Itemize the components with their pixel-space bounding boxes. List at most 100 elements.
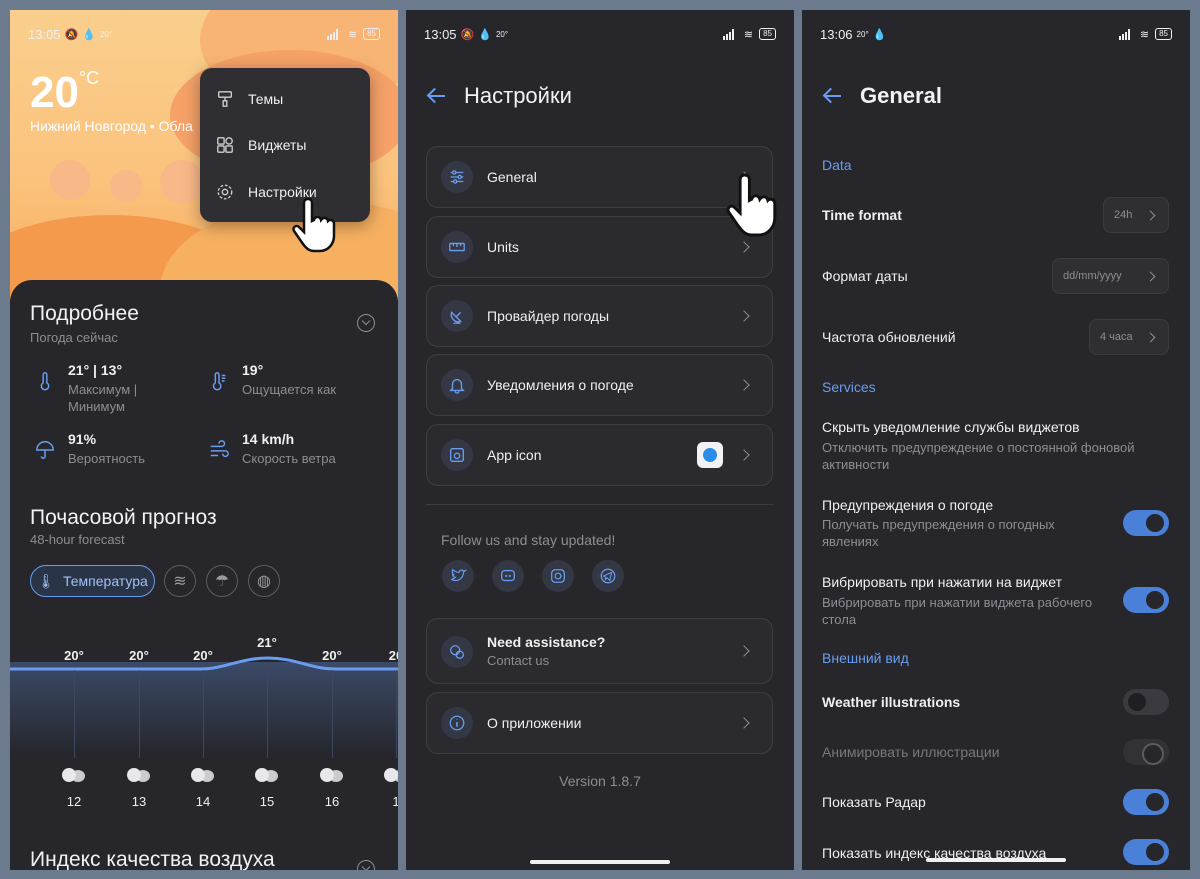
tab-temperature[interactable]: 🌡 Температура <box>30 565 155 597</box>
time-format-value: 24h <box>1114 209 1133 221</box>
mute-icon: 🔕 <box>460 28 475 41</box>
hourly-hour-label: 12 <box>66 794 82 809</box>
overflow-menu: Темы Виджеты Настройки <box>200 68 370 222</box>
cloud-icon <box>384 766 398 782</box>
vibrate-toggle[interactable] <box>1123 587 1169 613</box>
tab-temperature-label: Температура <box>63 573 148 589</box>
date-format-value: dd/mm/yyyy <box>1063 270 1122 282</box>
detail-value: 14 km/h <box>242 431 295 447</box>
menu-item-widgets[interactable]: Виджеты <box>216 130 307 160</box>
twitter-icon[interactable] <box>442 560 474 592</box>
settings-item-provider[interactable]: Провайдер погоды <box>426 285 773 347</box>
hourly-hour-label: 1 <box>392 794 398 809</box>
instagram-icon[interactable] <box>542 560 574 592</box>
drop-icon: 💧 <box>872 28 887 41</box>
status-time: 13:05 <box>424 26 457 42</box>
hourly-grid-line <box>139 670 140 758</box>
hourly-temp-label: 20° <box>322 648 342 663</box>
settings-item-label: Уведомления о погоде <box>487 377 634 393</box>
gesture-bar <box>926 858 1066 862</box>
chevron-right-icon <box>738 717 750 729</box>
support-icon <box>441 636 473 668</box>
umbrella-icon <box>36 441 54 459</box>
vibrate-label: Вибрировать при нажатии на виджет <box>822 574 1063 590</box>
battery-icon: 85 <box>759 28 776 40</box>
hourly-temp-label: 20° <box>64 648 84 663</box>
animate-illustrations-toggle[interactable] <box>1123 739 1169 765</box>
hourly-temp-label: 20 <box>388 648 398 663</box>
detail-label: Скорость ветра <box>242 451 336 466</box>
hourly-temp-label: 20° <box>129 648 149 663</box>
location-label[interactable]: Нижний Новгород • Обла <box>30 118 193 134</box>
chevron-right-icon <box>1145 271 1156 282</box>
settings-item-general[interactable]: General <box>426 146 773 208</box>
settings-item-assistance[interactable]: Need assistance? Contact us <box>426 618 773 684</box>
status-temp: 20° <box>99 29 113 39</box>
settings-item-units[interactable]: Units <box>426 216 773 278</box>
status-bar: 13:05 🔕 💧 20° ≋ 85 <box>424 24 776 44</box>
update-frequency-label: Частота обновлений <box>822 329 956 345</box>
signal-icon <box>722 28 734 40</box>
page-title: General <box>860 83 942 108</box>
section-data: Data <box>822 157 852 173</box>
section-appearance: Внешний вид <box>822 650 909 666</box>
tab-precipitation[interactable]: ☂ <box>206 565 238 597</box>
expand-details-button[interactable] <box>357 314 375 332</box>
chevron-right-icon <box>738 379 750 391</box>
hourly-subtitle: 48-hour forecast <box>30 532 125 547</box>
weather-warnings-toggle[interactable] <box>1123 510 1169 536</box>
back-arrow-icon[interactable] <box>426 86 446 106</box>
hourly-temp-label: 20° <box>193 648 213 663</box>
date-format-select[interactable]: dd/mm/yyyy <box>1052 258 1169 294</box>
menu-item-themes[interactable]: Темы <box>216 84 283 114</box>
settings-item-about[interactable]: О приложении <box>426 692 773 754</box>
drop-icon: 💧 <box>82 28 96 41</box>
menu-label-themes: Темы <box>248 91 284 107</box>
wind-icon <box>210 440 229 458</box>
chevron-right-icon <box>1145 210 1156 221</box>
widgets-icon <box>217 137 233 153</box>
signal-icon <box>326 28 338 40</box>
tab-wind[interactable]: ≋ <box>164 565 196 597</box>
weather-warnings-sub: Получать предупреждения о погодных явлен… <box>822 517 1055 549</box>
hourly-grid-line <box>332 670 333 758</box>
weather-warnings-label: Предупреждения о погоде <box>822 497 994 513</box>
status-temp: 20° <box>856 29 869 39</box>
hourly-grid-line <box>396 670 397 758</box>
update-frequency-select[interactable]: 4 часа <box>1089 319 1169 355</box>
status-bar: 13:06 20° 💧 ≋ 85 <box>820 24 1172 44</box>
hourly-hour-label: 14 <box>195 794 211 809</box>
show-radar-label: Показать Радар <box>822 794 926 810</box>
umbrella-icon: ☂ <box>214 573 230 590</box>
hide-notification-label[interactable]: Скрыть уведомление службы виджетов <box>822 419 1080 435</box>
hourly-grid-line <box>74 670 75 758</box>
detail-label: Ощущается как <box>242 382 337 397</box>
back-arrow-icon[interactable] <box>822 86 842 106</box>
chevron-right-icon <box>1145 332 1156 343</box>
telegram-icon[interactable] <box>592 560 624 592</box>
app-icon <box>441 439 473 471</box>
brush-icon <box>218 91 232 107</box>
settings-item-app-icon[interactable]: App icon <box>426 424 773 486</box>
status-time: 13:06 <box>820 26 853 42</box>
illustrations-toggle[interactable] <box>1123 689 1169 715</box>
tab-humidity[interactable]: ◍ <box>248 565 280 597</box>
time-format-select[interactable]: 24h <box>1103 197 1169 233</box>
time-format-label: Time format <box>822 207 902 223</box>
mute-icon: 🔕 <box>64 28 79 41</box>
assistance-title: Need assistance? <box>487 634 606 650</box>
cloud-icon <box>320 766 344 782</box>
page-title: Настройки <box>464 83 572 108</box>
settings-screen: 13:05 🔕 💧 20° ≋ 85 Настройки General Uni… <box>406 10 794 870</box>
detail-value: 19° <box>242 362 264 378</box>
hourly-grid-line <box>203 670 204 758</box>
settings-item-notifications[interactable]: Уведомления о погоде <box>426 354 773 416</box>
animate-illustrations-label: Анимировать иллюстрации <box>822 744 1000 760</box>
show-aqi-toggle[interactable] <box>1123 839 1169 865</box>
show-radar-toggle[interactable] <box>1123 789 1169 815</box>
discord-icon[interactable] <box>492 560 524 592</box>
chevron-right-icon <box>738 645 750 657</box>
signal-icon <box>1118 28 1130 40</box>
chevron-right-icon <box>738 241 750 253</box>
hourly-grid-line <box>267 670 268 758</box>
